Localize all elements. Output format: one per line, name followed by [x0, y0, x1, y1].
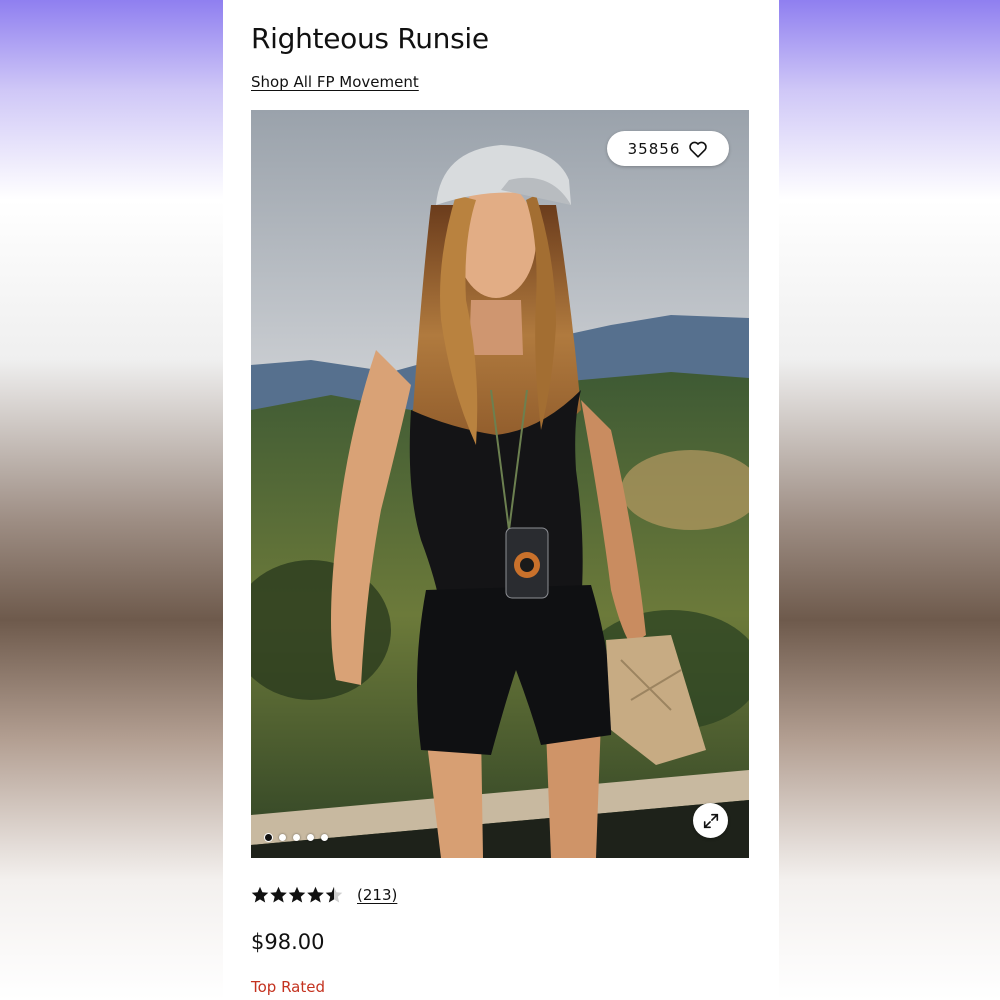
product-image[interactable]: 35856	[251, 110, 749, 858]
top-rated-badge: Top Rated	[251, 978, 325, 996]
carousel-dot-3[interactable]	[293, 834, 300, 841]
product-card: Righteous Runsie Shop All FP Movement 35…	[223, 0, 779, 1000]
product-price: $98.00	[251, 930, 325, 954]
review-count-link[interactable]: (213)	[357, 886, 397, 904]
carousel-dot-4[interactable]	[307, 834, 314, 841]
expand-button[interactable]	[693, 803, 728, 838]
carousel-dot-5[interactable]	[321, 834, 328, 841]
star-rating	[251, 886, 343, 904]
like-button[interactable]: 35856	[607, 131, 729, 166]
carousel-dot-2[interactable]	[279, 834, 286, 841]
expand-icon	[702, 812, 720, 830]
product-photo	[251, 110, 749, 858]
rating-row: (213)	[251, 886, 397, 904]
carousel-dot-1[interactable]	[265, 834, 272, 841]
like-count: 35856	[627, 139, 681, 158]
star-icon	[251, 886, 343, 903]
background-left	[0, 0, 223, 1000]
shop-all-link[interactable]: Shop All FP Movement	[251, 73, 419, 91]
background-right	[779, 0, 1000, 1000]
heart-icon	[688, 140, 708, 158]
carousel-indicators	[265, 834, 328, 841]
product-title: Righteous Runsie	[251, 22, 489, 55]
